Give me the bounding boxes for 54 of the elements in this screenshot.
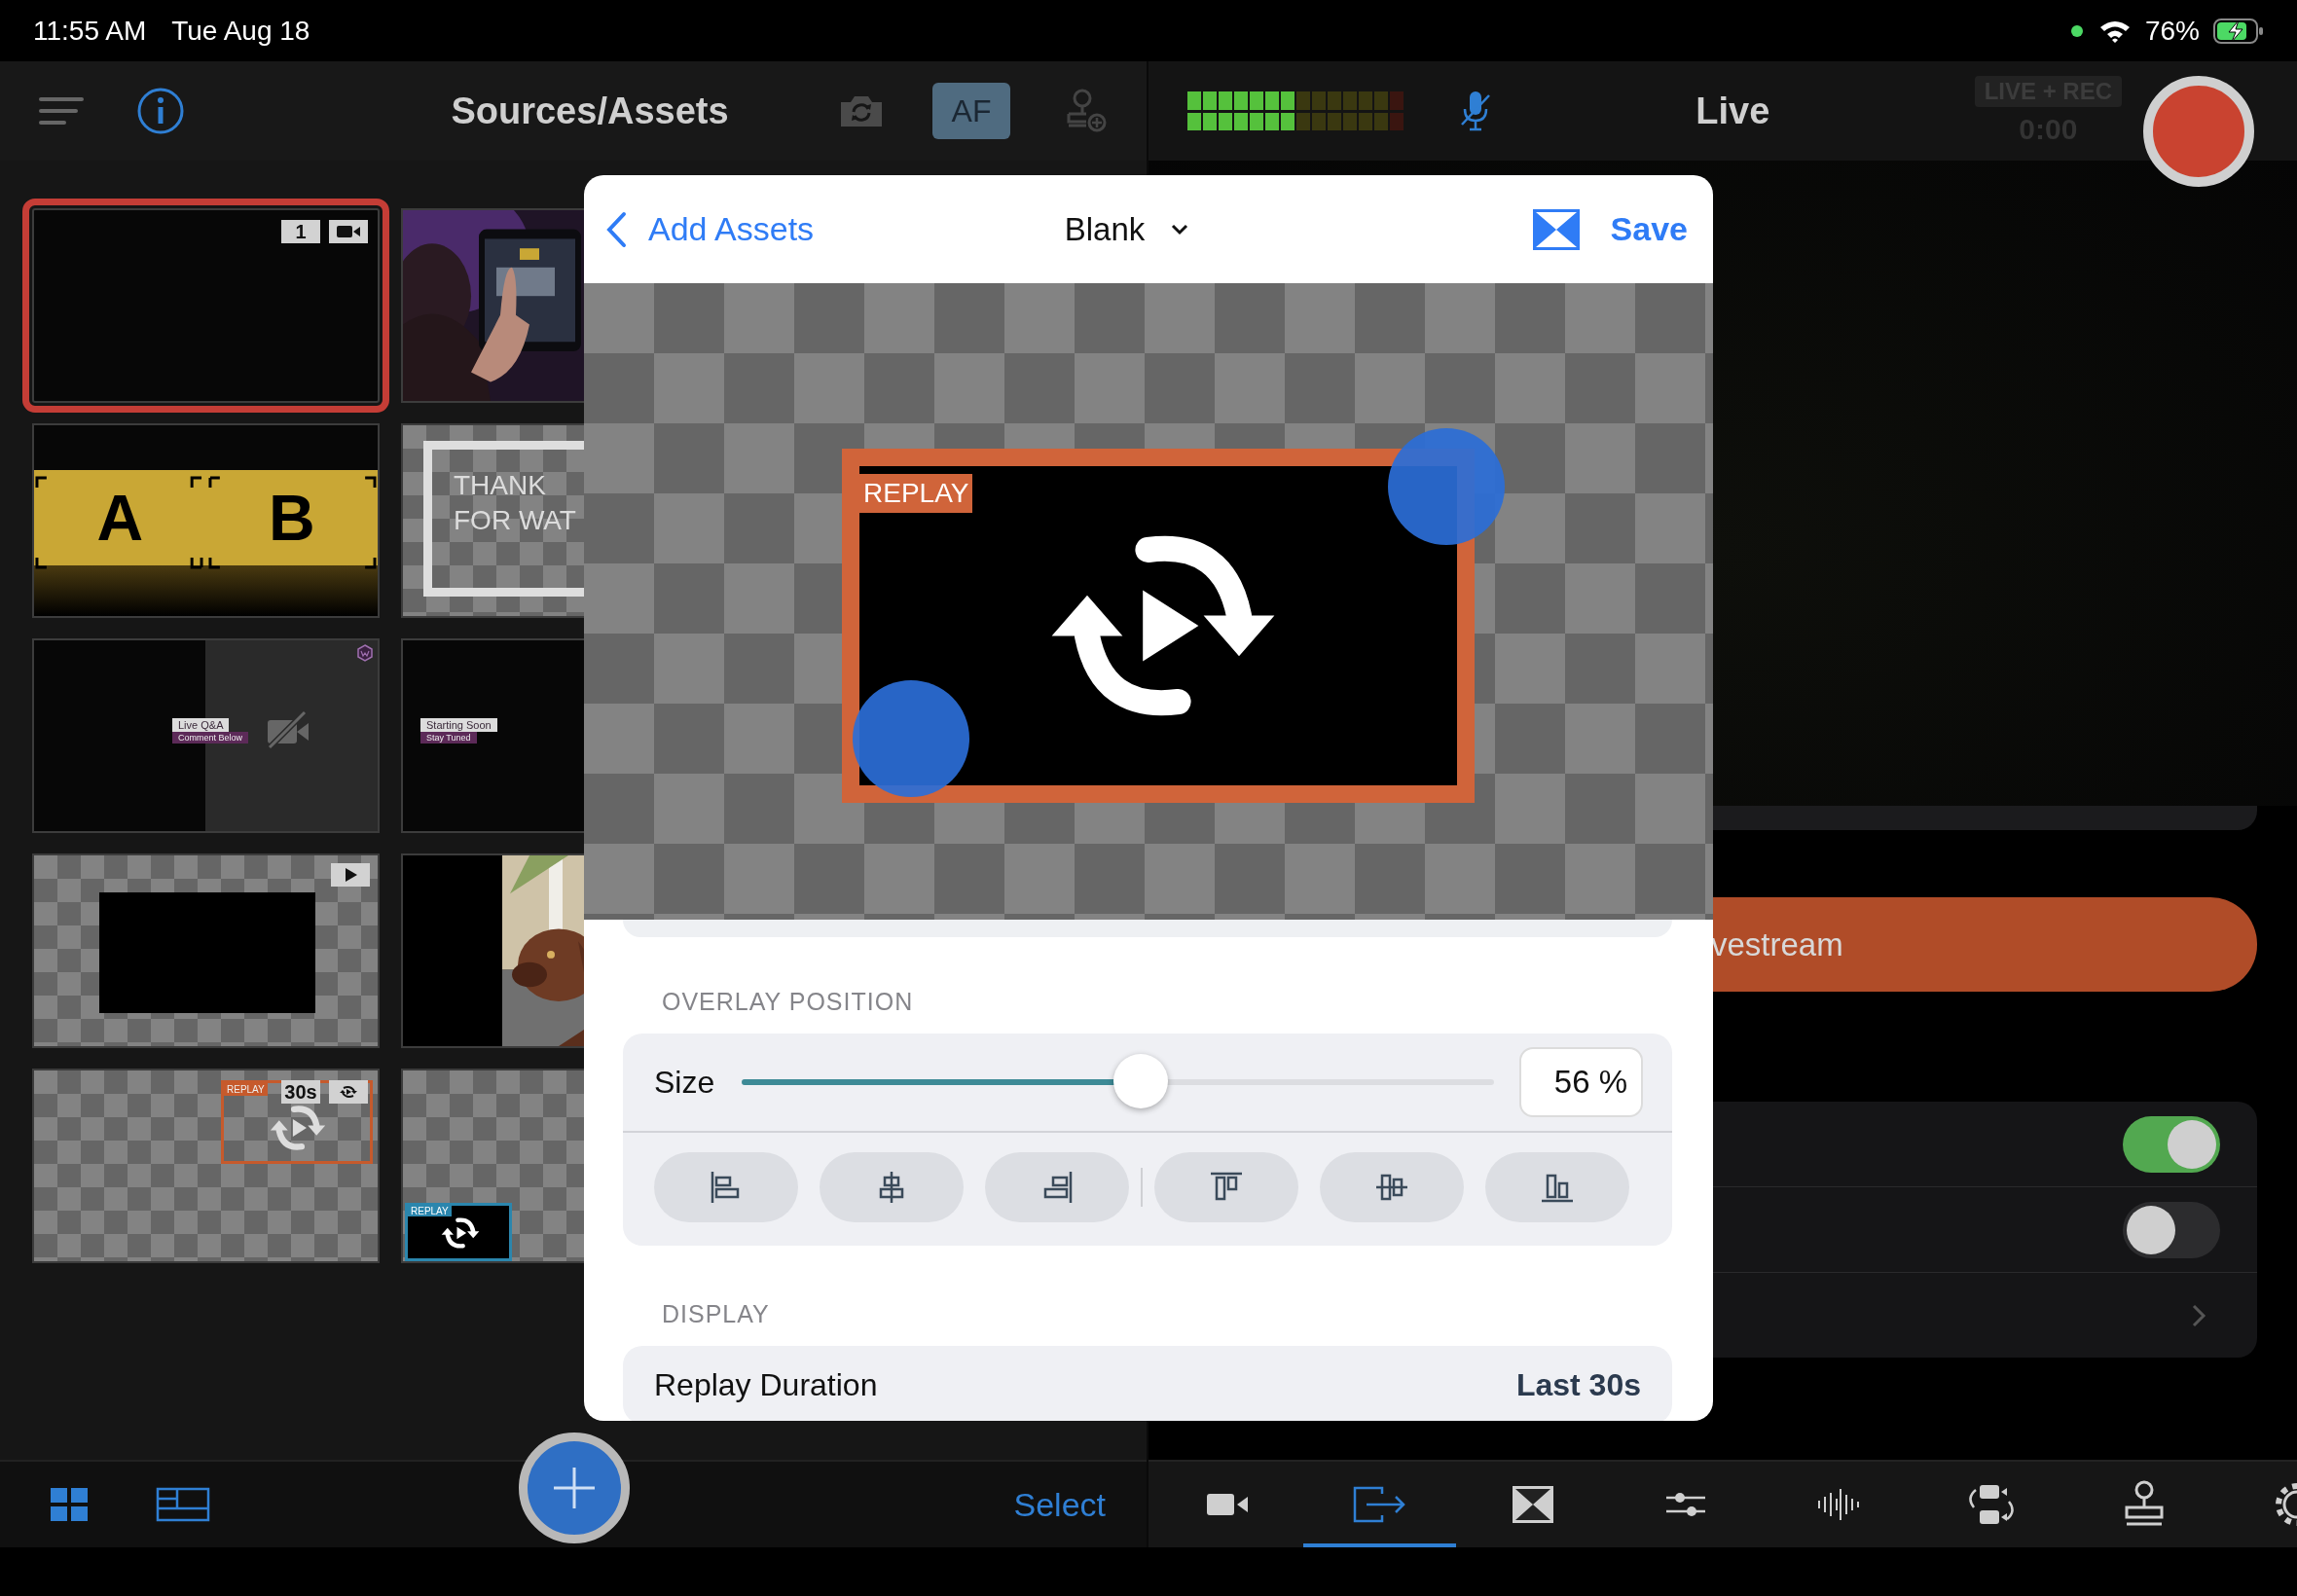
layer-dropdown[interactable]: Blank [1064, 210, 1190, 248]
play-icon [331, 863, 370, 887]
replay-tag: REPLAY [408, 1206, 452, 1216]
overlay-icon[interactable] [1532, 208, 1580, 250]
thumbnail[interactable]: A B [32, 423, 380, 618]
lower-third-title: Live Q&A [172, 718, 230, 732]
layout-view-icon[interactable] [156, 1487, 210, 1522]
toggle-switch[interactable] [2123, 1115, 2220, 1173]
back-button[interactable]: Add Assets [605, 210, 815, 248]
grid-view-icon[interactable] [51, 1488, 88, 1521]
thanks-text: FOR WAT [454, 504, 576, 537]
thumbnail[interactable]: Live Q&A Comment Below [32, 638, 380, 833]
lower-third-subtitle: Comment Below [172, 732, 249, 744]
section-header: DISPLAY [662, 1300, 771, 1328]
banner-letter: B [267, 481, 316, 556]
lower-third-subtitle: Stay Tuned [420, 732, 477, 744]
chevron-down-icon [1170, 222, 1190, 236]
battery-icon [2213, 18, 2264, 44]
camera-switch-icon[interactable] [839, 93, 884, 128]
save-button[interactable]: Save [1610, 210, 1688, 248]
video-camera-icon [329, 220, 368, 243]
battery-percent: 76% [2144, 15, 2200, 47]
replay-tag: REPLAY [224, 1083, 268, 1096]
status-date: Tue Aug 18 [171, 15, 310, 47]
slider-thumb[interactable] [1112, 1054, 1168, 1108]
size-slider[interactable] [742, 1055, 1494, 1109]
setting-value[interactable]: Last 30s [1515, 1367, 1641, 1403]
chevron-left-icon [605, 210, 627, 248]
toolbar-title: Sources/Assets [450, 90, 730, 132]
banner-letter: A [95, 481, 145, 556]
status-time: 11:55 AM [33, 15, 147, 47]
chevron-right-icon[interactable] [2191, 1302, 2206, 1328]
overlay-icon [1512, 1486, 1553, 1523]
lower-third-title: Starting Soon [420, 718, 497, 732]
thanks-text: THANK [454, 469, 547, 502]
thumbnail[interactable] [32, 853, 380, 1048]
camera-number: 1 [281, 220, 320, 243]
select-link[interactable]: Select [1013, 1485, 1106, 1524]
output-icon [1352, 1486, 1407, 1523]
replay-tag: REPLAY [859, 474, 973, 513]
menu-icon[interactable] [39, 96, 84, 126]
duration-badge: 30s [281, 1080, 320, 1104]
camera-off-icon [266, 710, 310, 749]
info-icon[interactable] [136, 87, 185, 135]
section-header: OVERLAY POSITION [662, 988, 915, 1016]
audio-wave-icon [1815, 1487, 1861, 1522]
size-field[interactable]: 56 % [1519, 1047, 1643, 1117]
video-camera-icon [1205, 1491, 1249, 1518]
status-dot-icon [2070, 24, 2083, 37]
setting-label: Replay Duration [654, 1367, 878, 1403]
hexagon-badge-icon [356, 644, 374, 662]
thumbnail[interactable]: REPLAY 30s [32, 1069, 380, 1263]
toolbar-title: Live [1695, 90, 1770, 132]
mic-muted-icon[interactable] [1460, 90, 1491, 132]
